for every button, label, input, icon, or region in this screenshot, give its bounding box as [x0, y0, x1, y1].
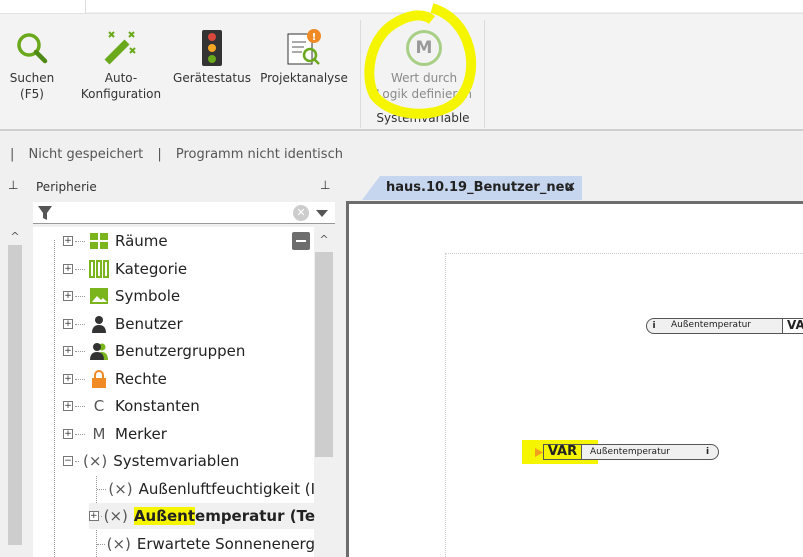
scroll-up-icon[interactable]: ^: [314, 228, 334, 252]
variable-block-write[interactable]: VAR Außentemperatur i: [543, 444, 719, 460]
variable-icon: (×): [106, 535, 131, 553]
clear-icon[interactable]: ✕: [293, 205, 309, 221]
tab-document[interactable]: haus.10.19_Benutzer_neu ✕: [362, 176, 582, 200]
category-icon: [89, 260, 109, 278]
tree-item-label-highlight: Außent: [133, 507, 196, 525]
info-icon: i: [652, 320, 656, 331]
block-variable-name: Außentemperatur: [590, 446, 671, 457]
tree-item-benutzergruppen[interactable]: + Benutzergruppen: [63, 338, 245, 364]
svg-text:!: !: [312, 32, 317, 43]
button-label: Auto-: [104, 71, 138, 85]
block-type-label: VAR: [544, 445, 582, 459]
dropdown-arrow-icon[interactable]: [316, 210, 328, 217]
project-analysis-button[interactable]: ! Projektanalyse: [256, 26, 352, 86]
scrollbar-thumb[interactable]: [315, 252, 333, 457]
tree-item-aussentemperatur[interactable]: + (×) Außentemperatur (Te: [89, 503, 315, 529]
status-bar: | Nicht gespeichert | Programm nicht ide…: [0, 140, 803, 170]
tree-item-label: Systemvariablen: [113, 452, 240, 470]
program-status: Programm nicht identisch: [175, 147, 343, 162]
scrollbar[interactable]: ^: [5, 230, 25, 557]
filter-input[interactable]: ✕: [33, 202, 335, 224]
ribbon-tab[interactable]: [0, 0, 86, 14]
separator: |: [10, 147, 15, 162]
traffic-light-icon: [170, 26, 254, 70]
button-label: (F5): [20, 87, 44, 101]
tree-item-benutzer[interactable]: + Benutzer: [63, 311, 183, 337]
device-status-button[interactable]: Gerätestatus: [170, 26, 254, 86]
search-icon: [4, 26, 60, 70]
tree-line: [54, 240, 55, 557]
tree-item-label: Außenluftfeuchtigkeit (I: [138, 480, 315, 498]
button-label: Gerätestatus: [173, 71, 251, 85]
expand-icon[interactable]: +: [63, 264, 73, 274]
constant-icon: C: [93, 397, 105, 415]
tree-item-label: Erwartete Sonnenenerg: [136, 535, 315, 553]
collapse-all-button[interactable]: [292, 232, 310, 250]
tab-label: haus.10.19_Benutzer_neu: [386, 180, 574, 195]
marker-icon: M: [92, 425, 106, 443]
button-label: Suchen: [9, 71, 55, 85]
group-separator: [484, 20, 485, 128]
tree-item-label: Konstanten: [115, 397, 200, 415]
tree-item-aussenluftfeuchtigkeit[interactable]: (×) Außenluftfeuchtigkeit (I: [97, 476, 315, 502]
info-icon: i: [706, 446, 710, 457]
button-label: Konfiguration: [80, 87, 162, 101]
page-boundary: [445, 253, 803, 557]
scroll-up-icon[interactable]: ^: [5, 230, 25, 243]
separator: |: [157, 147, 162, 162]
tree-item-label: Kategorie: [115, 260, 188, 278]
block-type-label: VA: [783, 319, 803, 333]
auto-configuration-button[interactable]: Auto- Konfiguration: [74, 26, 168, 102]
variable-block-read[interactable]: i Außentemperatur VA: [646, 318, 803, 334]
variable-icon: (×): [83, 452, 108, 470]
pin-icon[interactable]: ⊥: [8, 178, 18, 192]
collapsed-panel: ⊥ ^: [0, 172, 28, 557]
save-status: Nicht gespeichert: [28, 147, 144, 162]
group-separator: [360, 20, 361, 128]
magic-wand-icon: [74, 26, 168, 70]
expand-icon[interactable]: +: [63, 374, 73, 384]
symbols-icon: [90, 288, 108, 304]
block-variable-name: Außentemperatur: [661, 319, 783, 333]
tree-item-systemvariablen[interactable]: − (×) Systemvariablen: [63, 448, 239, 474]
expand-icon[interactable]: +: [63, 319, 73, 329]
pin-icon[interactable]: ⊥: [320, 178, 330, 192]
variable-icon: (×): [108, 480, 133, 498]
tree-item-label: emperatur (Te: [195, 507, 315, 525]
scrollbar-thumb[interactable]: [8, 245, 22, 545]
rooms-icon: [90, 233, 108, 249]
tree-item-kategorie[interactable]: + Kategorie: [63, 256, 187, 282]
expand-icon[interactable]: +: [63, 346, 73, 356]
lock-icon: [92, 370, 106, 388]
tree-item-label: Rechte: [115, 370, 167, 388]
expand-icon[interactable]: +: [63, 236, 73, 246]
user-group-icon: [90, 343, 108, 360]
tree-scrollbar[interactable]: ^: [314, 228, 334, 557]
expand-icon[interactable]: +: [89, 511, 99, 521]
button-label: Projektanalyse: [260, 71, 348, 85]
tree-item-label: Benutzergruppen: [115, 342, 246, 360]
filter-icon: [38, 206, 52, 220]
project-analysis-icon: !: [256, 26, 352, 70]
tree-item-label: Räume: [115, 232, 168, 250]
yellow-highlight-annotation: [364, 3, 477, 119]
tree-item-merker[interactable]: + M Merker: [63, 421, 167, 447]
tree-item-label: Symbole: [115, 287, 181, 305]
tree-item-erwartete-sonnenenergie[interactable]: (×) Erwartete Sonnenenerg: [97, 531, 315, 557]
expand-icon[interactable]: +: [63, 429, 73, 439]
expand-icon[interactable]: +: [63, 291, 73, 301]
tree-item-label: Merker: [115, 425, 167, 443]
expand-icon[interactable]: +: [63, 401, 73, 411]
tree-item-konstanten[interactable]: + C Konstanten: [63, 393, 200, 419]
variable-icon: (×): [103, 507, 128, 525]
tree-item-raeume[interactable]: + Räume: [63, 228, 168, 254]
tree-item-symbole[interactable]: + Symbole: [63, 283, 180, 309]
collapse-icon[interactable]: −: [63, 456, 73, 466]
user-icon: [92, 316, 106, 333]
panel-title: Peripherie: [36, 180, 97, 194]
tree-item-label: Benutzer: [115, 315, 183, 333]
search-button[interactable]: Suchen (F5): [4, 26, 60, 102]
close-icon[interactable]: ✕: [565, 176, 576, 200]
tree-item-rechte[interactable]: + Rechte: [63, 366, 167, 392]
